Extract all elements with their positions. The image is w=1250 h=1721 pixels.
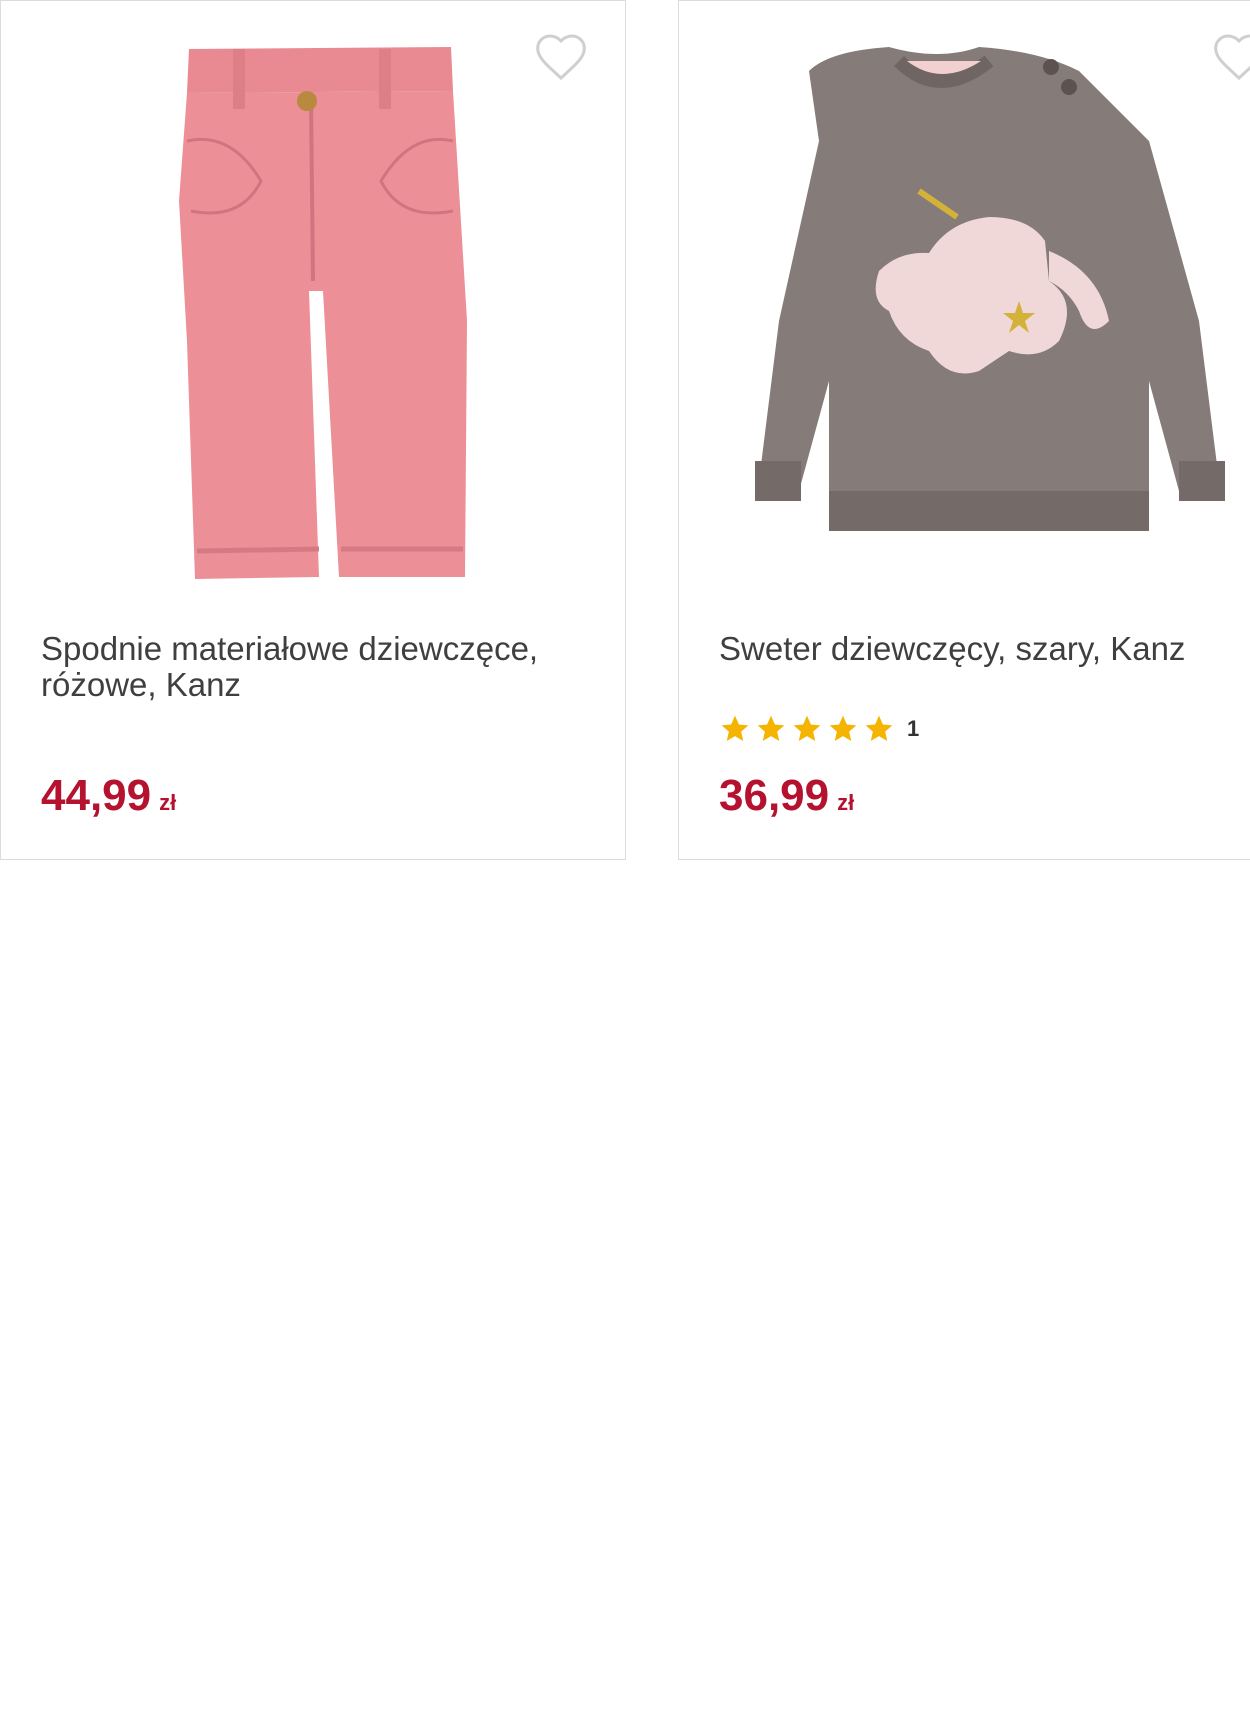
price-currency: zł xyxy=(837,790,855,815)
product-card[interactable]: Sweter dziewczęcy, szary, Kanz 1 36,99 zł xyxy=(678,0,1250,860)
price-currency: zł xyxy=(159,790,177,815)
product-card[interactable]: Spodnie materiałowe dziewczęce, różowe, … xyxy=(0,0,626,860)
favorite-heart-icon[interactable] xyxy=(1211,29,1250,85)
rating-count: 1 xyxy=(907,716,920,741)
product-title[interactable]: Sweter dziewczęcy, szary, Kanz xyxy=(719,631,1250,667)
price-value: 36,99 xyxy=(719,771,830,820)
product-price: 36,99 zł xyxy=(719,771,854,828)
pink-pants-image xyxy=(179,47,467,579)
product-title[interactable]: Spodnie materiałowe dziewczęce, różowe, … xyxy=(41,631,581,703)
star-icon xyxy=(721,715,749,741)
grey-sweater-image xyxy=(755,47,1225,531)
star-icon xyxy=(865,715,893,741)
star-icon xyxy=(829,715,857,741)
product-image[interactable] xyxy=(1,21,625,601)
star-icon xyxy=(757,715,785,741)
product-rating[interactable]: 1 xyxy=(719,713,919,745)
product-image[interactable] xyxy=(679,21,1250,601)
star-icon xyxy=(793,715,821,741)
price-value: 44,99 xyxy=(41,771,152,820)
product-price: 44,99 zł xyxy=(41,771,176,828)
favorite-heart-icon[interactable] xyxy=(533,29,589,85)
